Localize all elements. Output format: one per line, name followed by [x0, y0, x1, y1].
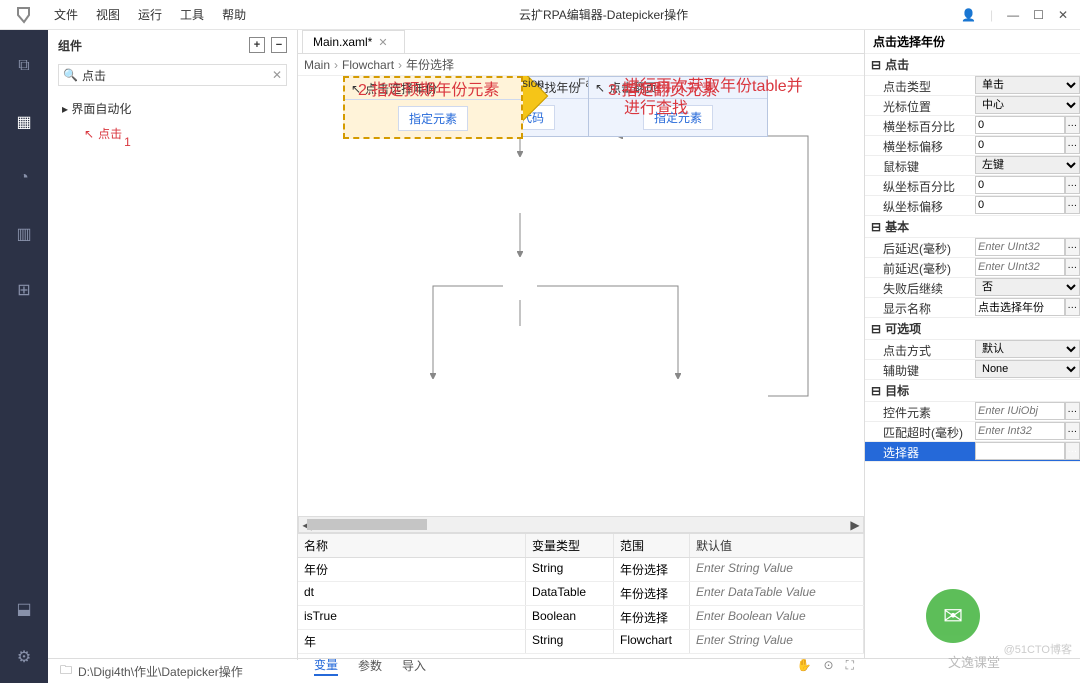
cursor-icon: ↖	[595, 81, 605, 95]
property-row: 控件元素…	[865, 402, 1080, 422]
property-row: 点击类型单击	[865, 76, 1080, 96]
breadcrumb: Main› Flowchart› 年份选择	[298, 54, 864, 76]
play-icon[interactable]: ◔	[14, 168, 34, 188]
menu-help[interactable]: 帮助	[222, 6, 246, 23]
property-row: 纵坐标偏移…	[865, 196, 1080, 216]
group-optional[interactable]: ⊟ 可选项	[865, 318, 1080, 340]
tree-root[interactable]: ▸ 界面自动化	[62, 100, 283, 117]
status-bar: 🗀 D:\Digi4th\作业\Datepicker操作	[48, 658, 1080, 683]
variables-panel: 名称 变量类型 范围 默认值 年份String年份选择Enter String …	[298, 533, 864, 653]
col-scope[interactable]: 范围	[614, 534, 690, 557]
tab-close-icon[interactable]: ✕	[378, 36, 387, 49]
browse-button[interactable]: …	[1065, 402, 1080, 420]
watermark2: @51CTO博客	[1004, 641, 1072, 657]
properties-panel: 点击选择年份 ⊟ 点击 点击类型单击光标位置中心横坐标百分比…横坐标偏移…鼠标键…	[864, 30, 1080, 658]
grid-icon[interactable]: ▦	[14, 112, 34, 132]
property-row: 前延迟(毫秒)…	[865, 258, 1080, 278]
menu-file[interactable]: 文件	[54, 6, 78, 23]
divider: |	[990, 8, 993, 22]
browse-button[interactable]: …	[1065, 116, 1080, 134]
property-row: 后延迟(毫秒)…	[865, 238, 1080, 258]
maximize-button[interactable]: ☐	[1033, 8, 1044, 22]
property-row: 横坐标百分比…	[865, 116, 1080, 136]
panel-title: 组件	[58, 37, 82, 54]
watermark: 文逸课堂	[948, 652, 1000, 671]
table-row[interactable]: dtDataTable年份选择Enter DataTable Value	[298, 582, 864, 606]
browse-button[interactable]: …	[1065, 422, 1080, 440]
annotation-right: 3.指定翻页元素	[608, 76, 717, 100]
browse-button[interactable]: …	[1065, 136, 1080, 154]
app-logo	[0, 6, 48, 24]
project-path: D:\Digi4th\作业\Datepicker操作	[78, 663, 243, 680]
tree-item-click[interactable]: ↖ 点击 1	[84, 125, 283, 142]
group-basic[interactable]: ⊟ 基本	[865, 216, 1080, 238]
table-row[interactable]: isTrueBoolean年份选择Enter Boolean Value	[298, 606, 864, 630]
table-row[interactable]: 年StringFlowchartEnter String Value	[298, 630, 864, 653]
annotation-left: 2.指定预期年份元素	[358, 76, 499, 100]
browse-button[interactable]: …	[1065, 258, 1080, 276]
property-row: 点击方式默认	[865, 340, 1080, 360]
minimize-button[interactable]: —	[1007, 8, 1019, 22]
property-row: 选择器…	[865, 442, 1080, 462]
group-click[interactable]: ⊟ 点击	[865, 54, 1080, 76]
table-row[interactable]: 年份String年份选择Enter String Value	[298, 558, 864, 582]
main-menu: 文件 视图 运行 工具 帮助	[48, 6, 246, 23]
remove-button[interactable]: −	[271, 37, 287, 53]
components-panel: 组件 + − 🔍 点击 ✕ ▸ 界面自动化 ↖ 点击 1	[48, 30, 298, 660]
browse-button[interactable]: …	[1065, 176, 1080, 194]
property-row: 失败后继续否	[865, 278, 1080, 298]
designer-area: Main.xaml*✕ Main› Flowchart› 年份选择 🗎获取结构化…	[298, 30, 864, 658]
breadcrumb-flowchart[interactable]: Flowchart	[342, 58, 394, 72]
property-row: 匹配超时(毫秒)…	[865, 422, 1080, 442]
search-icon: 🔍	[63, 68, 78, 82]
app-title: 云扩RPA编辑器-Datepicker操作	[246, 6, 961, 23]
folder-icon: 🗀	[60, 661, 72, 682]
left-sidebar: ⧉ ▦ ◔ ▥ ⊞ ⬓ ⚙	[0, 30, 48, 683]
puzzle-icon[interactable]: ⊞	[14, 280, 34, 300]
browse-button[interactable]: …	[1065, 238, 1080, 256]
wechat-logo: ✉	[926, 589, 980, 643]
menu-run[interactable]: 运行	[138, 6, 162, 23]
browse-button[interactable]: …	[1065, 196, 1080, 214]
search-input[interactable]: 🔍 点击 ✕	[58, 64, 287, 86]
horizontal-scrollbar[interactable]: ◀ ▶	[298, 516, 864, 533]
menu-view[interactable]: 视图	[96, 6, 120, 23]
user-icon[interactable]: 👤	[961, 8, 976, 22]
flowchart-canvas[interactable]: 🗎获取结构化数据 指定数据源 ⌨执行C#代码 - 查找年份 编辑代码 Decis…	[298, 76, 864, 516]
col-name[interactable]: 名称	[298, 534, 526, 557]
property-row: 横坐标偏移…	[865, 136, 1080, 156]
property-row: 显示名称…	[865, 298, 1080, 318]
cursor-icon: ↖	[84, 127, 94, 141]
browse-button[interactable]: …	[1065, 442, 1080, 460]
property-row: 辅助键None	[865, 360, 1080, 380]
scroll-right-icon[interactable]: ▶	[847, 518, 863, 532]
add-button[interactable]: +	[249, 37, 265, 53]
calendar-icon[interactable]: ▥	[14, 224, 34, 244]
tab-main[interactable]: Main.xaml*✕	[302, 30, 405, 53]
breadcrumb-current[interactable]: 年份选择	[406, 56, 454, 73]
col-default[interactable]: 默认值	[690, 534, 864, 557]
property-row: 光标位置中心	[865, 96, 1080, 116]
property-row: 鼠标键左键	[865, 156, 1080, 176]
scroll-thumb[interactable]	[307, 519, 427, 530]
col-type[interactable]: 变量类型	[526, 534, 614, 557]
download-icon[interactable]: ⬓	[14, 599, 34, 619]
menu-tools[interactable]: 工具	[180, 6, 204, 23]
breadcrumb-main[interactable]: Main	[304, 58, 330, 72]
properties-title: 点击选择年份	[865, 30, 1080, 54]
group-target[interactable]: ⊟ 目标	[865, 380, 1080, 402]
settings-icon[interactable]: ⚙	[14, 647, 34, 667]
clear-icon[interactable]: ✕	[272, 68, 282, 82]
copy-icon[interactable]: ⧉	[14, 56, 34, 76]
close-button[interactable]: ✕	[1058, 8, 1068, 22]
specify-element-button[interactable]: 指定元素	[398, 106, 468, 131]
property-row: 纵坐标百分比…	[865, 176, 1080, 196]
browse-button[interactable]: …	[1065, 298, 1080, 316]
